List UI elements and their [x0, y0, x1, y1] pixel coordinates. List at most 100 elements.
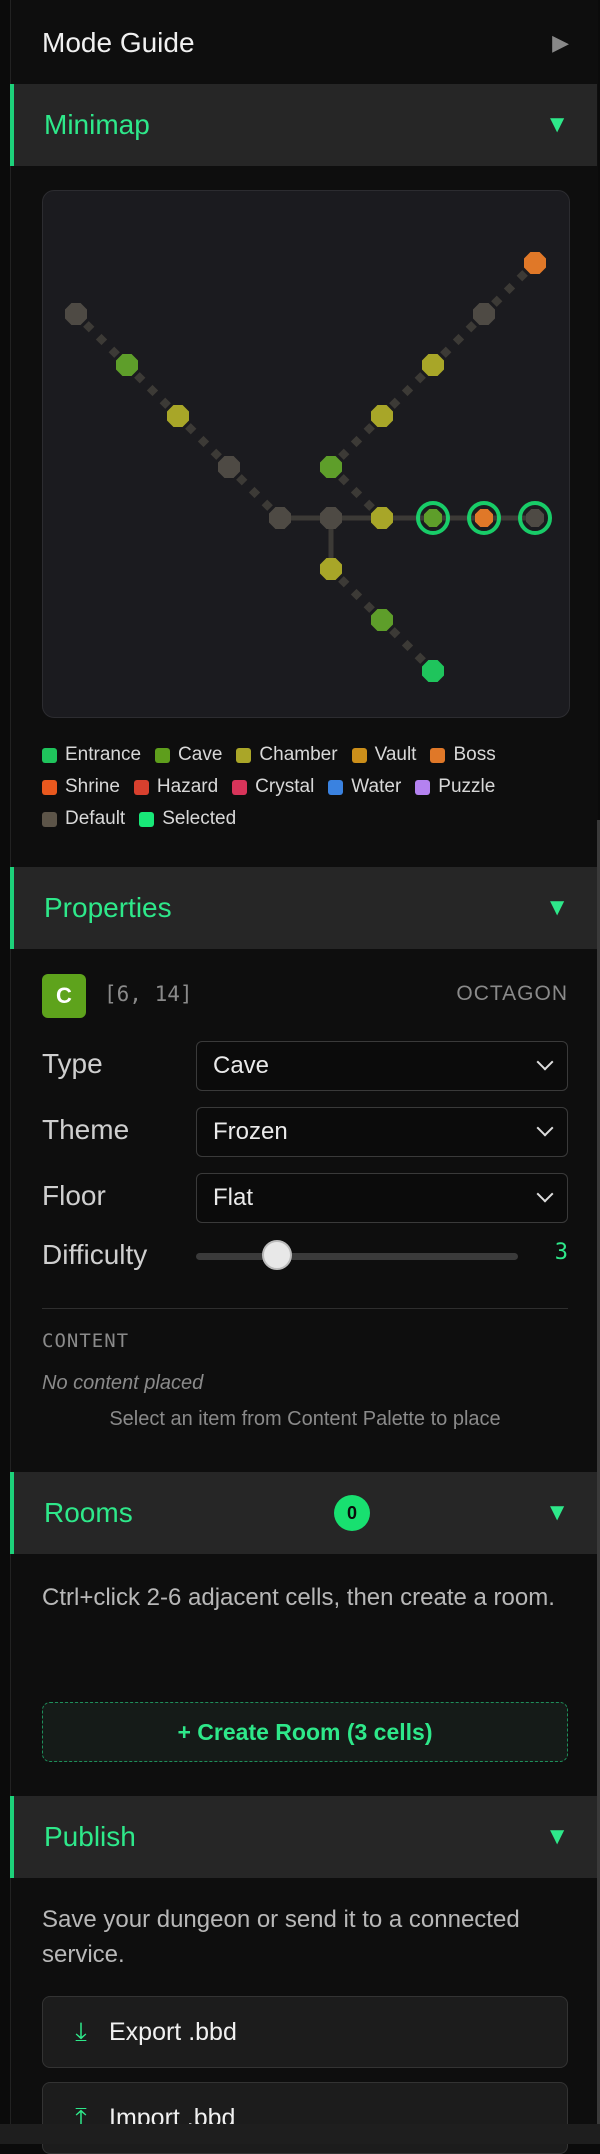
collapse-arrow-icon: ▼ — [545, 111, 569, 138]
collapse-arrow-icon: ▼ — [545, 1823, 569, 1850]
minimap-link-dot — [108, 346, 120, 358]
rooms-count-badge: 0 — [334, 1495, 370, 1531]
minimap-cell-chamber[interactable] — [371, 507, 393, 529]
legend-label: Crystal — [255, 776, 315, 797]
minimap-cell-selected-cave[interactable] — [424, 509, 442, 527]
cell-coordinates: [6, 14] — [104, 982, 193, 1006]
minimap-link-dot — [338, 576, 350, 588]
export-button[interactable]: ⤓ Export .bbd — [42, 1996, 568, 2068]
rooms-instructions: Ctrl+click 2-6 adjacent cells, then crea… — [42, 1584, 555, 1611]
legend-label: Vault — [374, 744, 417, 765]
properties-header[interactable]: Properties ▼ — [10, 867, 597, 949]
minimap-link-dot — [350, 435, 363, 448]
type-select[interactable]: Cave — [196, 1041, 568, 1091]
type-label: Type — [42, 1048, 103, 1079]
legend-item-cave: Cave — [155, 744, 222, 766]
publish-header[interactable]: Publish ▼ — [10, 1796, 597, 1878]
minimap-cell-chamber[interactable] — [422, 354, 444, 376]
difficulty-slider-thumb[interactable] — [261, 1240, 292, 1270]
legend-label: Chamber — [259, 744, 338, 765]
mode-guide-header[interactable]: Mode Guide ▶ — [10, 2, 597, 84]
minimap-cell-cave[interactable] — [320, 456, 342, 478]
legend-label: Puzzle — [438, 776, 496, 797]
minimap-link-dot — [414, 372, 426, 384]
minimap-cell-default[interactable] — [473, 303, 495, 325]
minimap-canvas[interactable] — [42, 190, 570, 718]
minimap-link-dot — [491, 295, 503, 307]
minimap-link-dot — [389, 397, 401, 409]
legend-item-puzzle: Puzzle — [415, 776, 495, 798]
minimap-link-dot — [159, 397, 171, 409]
minimap-link-dot — [363, 499, 375, 511]
chevron-down-icon — [536, 1185, 554, 1203]
legend-swatch — [42, 811, 57, 827]
legend-label: Hazard — [156, 776, 219, 797]
status-bar — [0, 2124, 600, 2144]
minimap-link-dot — [210, 448, 222, 460]
minimap-link-dot — [146, 384, 159, 397]
legend-swatch — [42, 747, 57, 763]
legend-item-selected: Selected — [139, 808, 236, 830]
theme-label: Theme — [42, 1114, 130, 1145]
minimap-cell-entrance[interactable] — [422, 660, 444, 682]
legend-item-entrance: Entrance — [42, 744, 141, 766]
minimap-cell-chamber[interactable] — [320, 558, 342, 580]
legend-swatch — [430, 747, 446, 763]
cell-shape: OCTAGON — [456, 982, 568, 1005]
legend-swatch — [133, 779, 149, 795]
minimap-svg — [65, 252, 552, 682]
legend-item-shrine: Shrine — [42, 776, 120, 798]
properties-title: Properties — [44, 892, 172, 923]
divider — [42, 1308, 568, 1309]
export-button-label: Export .bbd — [109, 2017, 237, 2046]
minimap-header[interactable]: Minimap ▼ — [10, 84, 597, 166]
difficulty-label: Difficulty — [42, 1239, 148, 1270]
minimap-cell-selected-entrance[interactable] — [526, 509, 544, 527]
legend-item-boss: Boss — [430, 744, 496, 766]
minimap-legend: Entrance Cave Chamber Vault Boss Shrine Hazard… — [42, 744, 582, 830]
legend-item-default: Default — [42, 808, 125, 830]
minimap-cell-chamber[interactable] — [371, 405, 393, 427]
minimap-cell-boss[interactable] — [524, 252, 546, 274]
cell-type-badge: C — [42, 974, 86, 1018]
minimap-link-dot — [197, 435, 210, 448]
minimap-cell-selected-boss[interactable] — [475, 509, 493, 527]
legend-label: Boss — [453, 744, 496, 765]
minimap-link-dot — [95, 333, 108, 346]
theme-select[interactable]: Frozen — [196, 1107, 568, 1157]
minimap-cell-default[interactable] — [218, 456, 240, 478]
minimap-link-dot — [389, 627, 401, 639]
minimap-link-dot — [236, 474, 248, 486]
minimap-link-dot — [134, 372, 146, 384]
rooms-title: Rooms — [44, 1497, 133, 1528]
floor-select-value: Flat — [213, 1184, 254, 1211]
minimap-link-dot — [465, 321, 477, 333]
minimap-link-dot — [452, 333, 465, 346]
minimap-link-dot — [261, 499, 273, 511]
minimap-link-dot — [338, 474, 350, 486]
legend-item-chamber: Chamber — [236, 744, 338, 766]
legend-label: Entrance — [65, 744, 142, 765]
legend-label: Shrine — [65, 776, 120, 797]
minimap-link-dot — [401, 384, 414, 397]
legend-item-hazard: Hazard — [133, 776, 219, 798]
legend-swatch — [42, 779, 57, 795]
collapse-arrow-icon: ▼ — [545, 1499, 569, 1526]
minimap-link-dot — [401, 639, 414, 652]
minimap-link-dot — [83, 321, 95, 333]
floor-select[interactable]: Flat — [196, 1173, 568, 1223]
minimap-cell-default[interactable] — [65, 303, 87, 325]
minimap-cell-default[interactable] — [269, 507, 291, 529]
publish-description: Save your dungeon or send it to a connec… — [42, 1906, 520, 1968]
minimap-cell-default[interactable] — [320, 507, 342, 529]
rooms-header[interactable]: Rooms 0 ▼ — [10, 1472, 597, 1554]
minimap-cell-cave[interactable] — [116, 354, 138, 376]
content-section-label: CONTENT — [42, 1330, 130, 1352]
minimap-cell-chamber[interactable] — [167, 405, 189, 427]
create-room-button[interactable]: + Create Room (3 cells) — [42, 1702, 568, 1762]
minimap-link-dot — [516, 270, 528, 282]
legend-item-vault: Vault — [351, 744, 417, 766]
minimap-cell-cave[interactable] — [371, 609, 393, 631]
difficulty-slider[interactable] — [196, 1240, 518, 1270]
legend-item-water: Water — [328, 776, 401, 798]
